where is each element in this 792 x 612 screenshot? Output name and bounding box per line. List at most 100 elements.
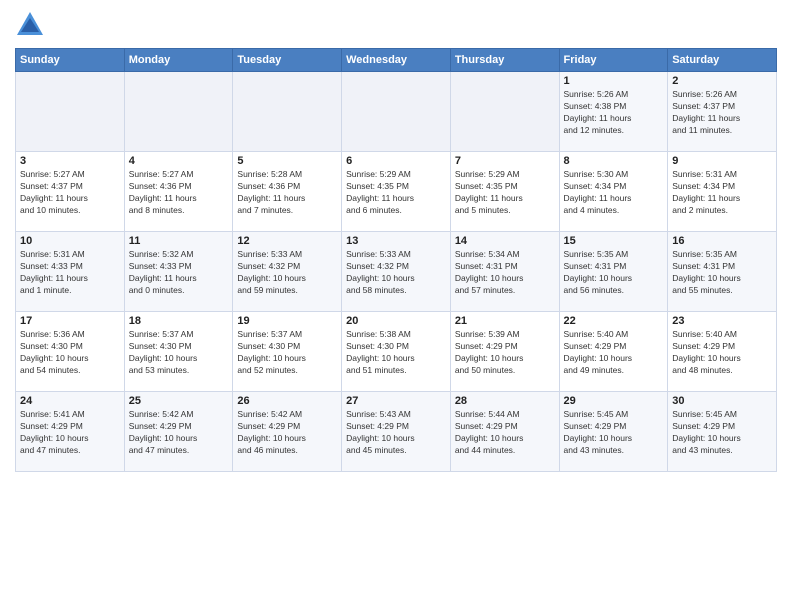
day-number: 13: [346, 235, 446, 247]
day-info: Sunrise: 5:35 AM Sunset: 4:31 PM Dayligh…: [564, 249, 664, 297]
day-number: 7: [455, 155, 555, 167]
calendar-cell: 6Sunrise: 5:29 AM Sunset: 4:35 PM Daylig…: [342, 152, 451, 232]
calendar-cell: 9 Sunrise: 5:31 AM Sunset: 4:34 PM Daylig…: [668, 152, 777, 232]
calendar-cell: 16Sunrise: 5:35 AM Sunset: 4:31 PM Dayli…: [668, 232, 777, 312]
calendar-cell: 29 Sunrise: 5:45 AM Sunset: 4:29 PM Dayli…: [559, 392, 668, 472]
calendar-cell: 23 Sunrise: 5:40 AM Sunset: 4:29 PM Dayli…: [668, 312, 777, 392]
calendar-cell: 30 Sunrise: 5:45 AM Sunset: 4:29 PM Dayli…: [668, 392, 777, 472]
day-number: 29: [564, 395, 664, 407]
logo: [15, 10, 51, 40]
day-number: 26: [237, 395, 337, 407]
calendar-cell: 28 Sunrise: 5:44 AM Sunset: 4:29 PM Dayli…: [450, 392, 559, 472]
day-number: 15: [564, 235, 664, 247]
day-number: 30: [672, 395, 772, 407]
day-number: 18: [129, 315, 229, 327]
day-number: 4: [129, 155, 229, 167]
weekday-header-saturday: Saturday: [668, 49, 777, 72]
day-info: Sunrise: 5:32 AM Sunset: 4:33 PM Dayligh…: [129, 249, 229, 297]
day-number: 21: [455, 315, 555, 327]
calendar-cell: 18 Sunrise: 5:37 AM Sunset: 4:30 PM Dayli…: [124, 312, 233, 392]
calendar-cell: 4Sunrise: 5:27 AM Sunset: 4:36 PM Daylig…: [124, 152, 233, 232]
weekday-header-monday: Monday: [124, 49, 233, 72]
header: [15, 10, 777, 40]
day-number: 20: [346, 315, 446, 327]
calendar-body: 1 Sunrise: 5:26 AM Sunset: 4:38 PM Daylig…: [16, 72, 777, 472]
calendar-cell: [342, 72, 451, 152]
day-info: Sunrise: 5:40 AM Sunset: 4:29 PM Dayligh…: [672, 329, 772, 377]
calendar-cell: 3Sunrise: 5:27 AM Sunset: 4:37 PM Daylig…: [16, 152, 125, 232]
calendar-cell: 22 Sunrise: 5:40 AM Sunset: 4:29 PM Dayli…: [559, 312, 668, 392]
day-info: Sunrise: 5:31 AM Sunset: 4:33 PM Dayligh…: [20, 249, 120, 297]
day-info: Sunrise: 5:34 AM Sunset: 4:31 PM Dayligh…: [455, 249, 555, 297]
day-number: 10: [20, 235, 120, 247]
day-info: Sunrise: 5:28 AM Sunset: 4:36 PM Dayligh…: [237, 169, 337, 217]
day-number: 8: [564, 155, 664, 167]
calendar-cell: 11 Sunrise: 5:32 AM Sunset: 4:33 PM Dayli…: [124, 232, 233, 312]
day-info: Sunrise: 5:45 AM Sunset: 4:29 PM Dayligh…: [564, 409, 664, 457]
calendar-cell: 2 Sunrise: 5:26 AM Sunset: 4:37 PM Daylig…: [668, 72, 777, 152]
day-info: Sunrise: 5:33 AM Sunset: 4:32 PM Dayligh…: [237, 249, 337, 297]
day-number: 6: [346, 155, 446, 167]
day-number: 25: [129, 395, 229, 407]
calendar-cell: [450, 72, 559, 152]
calendar-cell: 5 Sunrise: 5:28 AM Sunset: 4:36 PM Daylig…: [233, 152, 342, 232]
calendar-container: SundayMondayTuesdayWednesdayThursdayFrid…: [0, 0, 792, 612]
weekday-header-thursday: Thursday: [450, 49, 559, 72]
day-info: Sunrise: 5:39 AM Sunset: 4:29 PM Dayligh…: [455, 329, 555, 377]
day-number: 14: [455, 235, 555, 247]
day-info: Sunrise: 5:31 AM Sunset: 4:34 PM Dayligh…: [672, 169, 772, 217]
calendar-cell: 24Sunrise: 5:41 AM Sunset: 4:29 PM Dayli…: [16, 392, 125, 472]
calendar-cell: 13 Sunrise: 5:33 AM Sunset: 4:32 PM Dayli…: [342, 232, 451, 312]
calendar-header: SundayMondayTuesdayWednesdayThursdayFrid…: [16, 49, 777, 72]
day-number: 1: [564, 75, 664, 87]
day-info: Sunrise: 5:41 AM Sunset: 4:29 PM Dayligh…: [20, 409, 120, 457]
weekday-header-tuesday: Tuesday: [233, 49, 342, 72]
day-number: 23: [672, 315, 772, 327]
calendar-cell: 27Sunrise: 5:43 AM Sunset: 4:29 PM Dayli…: [342, 392, 451, 472]
day-info: Sunrise: 5:38 AM Sunset: 4:30 PM Dayligh…: [346, 329, 446, 377]
calendar-cell: 15 Sunrise: 5:35 AM Sunset: 4:31 PM Dayli…: [559, 232, 668, 312]
day-number: 2: [672, 75, 772, 87]
day-number: 5: [237, 155, 337, 167]
calendar-table: SundayMondayTuesdayWednesdayThursdayFrid…: [15, 48, 777, 472]
day-info: Sunrise: 5:33 AM Sunset: 4:32 PM Dayligh…: [346, 249, 446, 297]
calendar-cell: [124, 72, 233, 152]
calendar-cell: 8 Sunrise: 5:30 AM Sunset: 4:34 PM Daylig…: [559, 152, 668, 232]
calendar-week-5: 24Sunrise: 5:41 AM Sunset: 4:29 PM Dayli…: [16, 392, 777, 472]
calendar-cell: 14 Sunrise: 5:34 AM Sunset: 4:31 PM Dayli…: [450, 232, 559, 312]
day-number: 11: [129, 235, 229, 247]
day-info: Sunrise: 5:36 AM Sunset: 4:30 PM Dayligh…: [20, 329, 120, 377]
calendar-week-3: 10 Sunrise: 5:31 AM Sunset: 4:33 PM Dayli…: [16, 232, 777, 312]
calendar-cell: [16, 72, 125, 152]
day-number: 22: [564, 315, 664, 327]
day-number: 9: [672, 155, 772, 167]
weekday-header-sunday: Sunday: [16, 49, 125, 72]
day-info: Sunrise: 5:40 AM Sunset: 4:29 PM Dayligh…: [564, 329, 664, 377]
day-info: Sunrise: 5:35 AM Sunset: 4:31 PM Dayligh…: [672, 249, 772, 297]
day-info: Sunrise: 5:37 AM Sunset: 4:30 PM Dayligh…: [237, 329, 337, 377]
calendar-cell: 20 Sunrise: 5:38 AM Sunset: 4:30 PM Dayli…: [342, 312, 451, 392]
calendar-cell: 7 Sunrise: 5:29 AM Sunset: 4:35 PM Daylig…: [450, 152, 559, 232]
day-info: Sunrise: 5:45 AM Sunset: 4:29 PM Dayligh…: [672, 409, 772, 457]
day-info: Sunrise: 5:29 AM Sunset: 4:35 PM Dayligh…: [455, 169, 555, 217]
day-info: Sunrise: 5:44 AM Sunset: 4:29 PM Dayligh…: [455, 409, 555, 457]
day-number: 17: [20, 315, 120, 327]
calendar-week-2: 3Sunrise: 5:27 AM Sunset: 4:37 PM Daylig…: [16, 152, 777, 232]
weekday-header-row: SundayMondayTuesdayWednesdayThursdayFrid…: [16, 49, 777, 72]
weekday-header-friday: Friday: [559, 49, 668, 72]
day-number: 28: [455, 395, 555, 407]
calendar-cell: 25Sunrise: 5:42 AM Sunset: 4:29 PM Dayli…: [124, 392, 233, 472]
day-number: 27: [346, 395, 446, 407]
calendar-cell: 10 Sunrise: 5:31 AM Sunset: 4:33 PM Dayli…: [16, 232, 125, 312]
day-info: Sunrise: 5:42 AM Sunset: 4:29 PM Dayligh…: [237, 409, 337, 457]
day-info: Sunrise: 5:26 AM Sunset: 4:38 PM Dayligh…: [564, 89, 664, 137]
day-info: Sunrise: 5:30 AM Sunset: 4:34 PM Dayligh…: [564, 169, 664, 217]
day-info: Sunrise: 5:37 AM Sunset: 4:30 PM Dayligh…: [129, 329, 229, 377]
calendar-week-1: 1 Sunrise: 5:26 AM Sunset: 4:38 PM Daylig…: [16, 72, 777, 152]
day-number: 19: [237, 315, 337, 327]
day-info: Sunrise: 5:26 AM Sunset: 4:37 PM Dayligh…: [672, 89, 772, 137]
calendar-cell: 26 Sunrise: 5:42 AM Sunset: 4:29 PM Dayli…: [233, 392, 342, 472]
calendar-week-4: 17 Sunrise: 5:36 AM Sunset: 4:30 PM Dayli…: [16, 312, 777, 392]
day-number: 3: [20, 155, 120, 167]
weekday-header-wednesday: Wednesday: [342, 49, 451, 72]
